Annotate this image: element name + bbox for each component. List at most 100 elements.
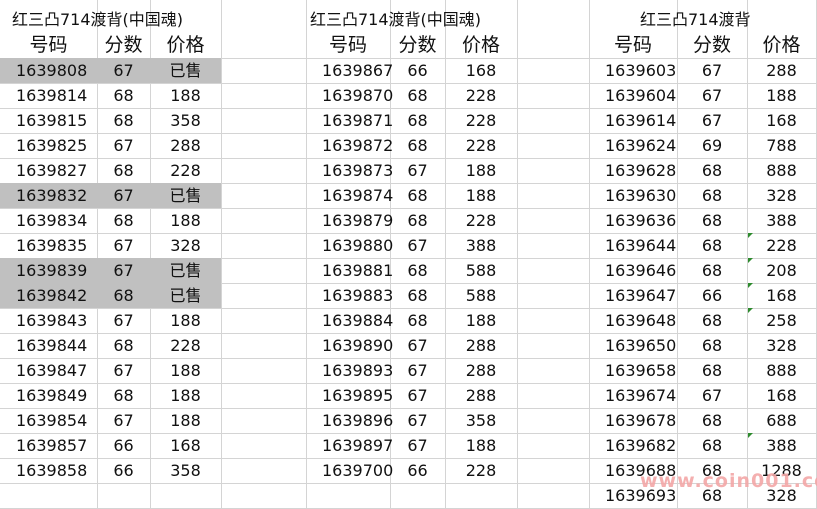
cell-price[interactable]: 588 [445, 283, 517, 308]
cell-score[interactable]: 67 [677, 83, 747, 108]
cell-score[interactable]: 68 [390, 258, 445, 283]
cell-price[interactable]: 888 [747, 158, 816, 183]
cell-number[interactable]: 1639827 [0, 158, 97, 183]
cell-price[interactable]: 328 [747, 333, 816, 358]
cell-score[interactable]: 66 [97, 433, 150, 458]
cell-score[interactable]: 68 [677, 233, 747, 258]
cell-price[interactable]: 已售 [150, 58, 221, 83]
cell-score[interactable]: 67 [97, 133, 150, 158]
cell-price[interactable]: 已售 [150, 183, 221, 208]
cell-score[interactable]: 68 [390, 208, 445, 233]
cell-price[interactable]: 188 [150, 308, 221, 333]
cell-score[interactable]: 67 [390, 333, 445, 358]
cell-number[interactable]: 1639849 [0, 383, 97, 408]
cell-price[interactable]: 228 [150, 333, 221, 358]
cell-score[interactable]: 68 [677, 483, 747, 508]
cell-price[interactable]: 358 [445, 408, 517, 433]
cell-score[interactable]: 68 [97, 108, 150, 133]
cell-score[interactable]: 68 [390, 283, 445, 308]
cell-price[interactable]: 228 [445, 133, 517, 158]
cell-score[interactable]: 68 [677, 183, 747, 208]
cell-number[interactable]: 1639884 [306, 308, 393, 333]
cell-score[interactable]: 68 [677, 458, 747, 483]
cell-number[interactable]: 1639844 [0, 333, 97, 358]
cell-number[interactable]: 1639890 [306, 333, 393, 358]
cell-number[interactable]: 1639867 [306, 58, 393, 83]
cell-price[interactable]: 288 [150, 133, 221, 158]
cell-score[interactable]: 68 [97, 283, 150, 308]
cell-number[interactable]: 1639835 [0, 233, 97, 258]
cell-score[interactable]: 68 [677, 158, 747, 183]
cell-score[interactable]: 68 [390, 183, 445, 208]
cell-price[interactable]: 358 [150, 108, 221, 133]
cell-price[interactable]: 288 [445, 358, 517, 383]
cell-score[interactable]: 68 [677, 333, 747, 358]
cell-price[interactable]: 228 [445, 208, 517, 233]
cell-number[interactable]: 1639646 [589, 258, 677, 283]
cell-number[interactable]: 1639873 [306, 158, 393, 183]
cell-price[interactable]: 1288 [747, 458, 816, 483]
cell-score[interactable]: 67 [97, 183, 150, 208]
cell-price[interactable]: 188 [445, 433, 517, 458]
cell-number[interactable]: 1639832 [0, 183, 97, 208]
cell-price[interactable]: 188 [747, 83, 816, 108]
cell-number[interactable]: 1639815 [0, 108, 97, 133]
cell-number[interactable]: 1639628 [589, 158, 677, 183]
cell-price[interactable]: 228 [747, 233, 816, 258]
cell-score[interactable]: 68 [677, 433, 747, 458]
cell-number[interactable]: 1639825 [0, 133, 97, 158]
cell-number[interactable]: 1639648 [589, 308, 677, 333]
cell-price[interactable]: 168 [747, 383, 816, 408]
cell-price[interactable]: 188 [150, 358, 221, 383]
cell-number[interactable]: 1639880 [306, 233, 393, 258]
cell-score[interactable]: 67 [97, 408, 150, 433]
cell-score[interactable]: 68 [677, 408, 747, 433]
cell-price[interactable]: 188 [150, 383, 221, 408]
cell-price[interactable]: 208 [747, 258, 816, 283]
cell-price[interactable]: 已售 [150, 258, 221, 283]
cell-number[interactable]: 1639650 [589, 333, 677, 358]
cell-number[interactable]: 1639688 [589, 458, 677, 483]
cell-price[interactable]: 388 [747, 433, 816, 458]
cell-score[interactable]: 67 [97, 308, 150, 333]
cell-number[interactable]: 1639843 [0, 308, 97, 333]
cell-number[interactable]: 1639647 [589, 283, 677, 308]
cell-number[interactable]: 1639700 [306, 458, 393, 483]
cell-score[interactable]: 68 [677, 258, 747, 283]
cell-number[interactable]: 1639839 [0, 258, 97, 283]
cell-price[interactable]: 228 [150, 158, 221, 183]
cell-number[interactable]: 1639604 [589, 83, 677, 108]
cell-score[interactable]: 68 [97, 383, 150, 408]
cell-price[interactable]: 188 [445, 308, 517, 333]
cell-score[interactable]: 68 [677, 308, 747, 333]
cell-score[interactable]: 67 [390, 158, 445, 183]
cell-price[interactable]: 188 [445, 158, 517, 183]
cell-number[interactable]: 1639630 [589, 183, 677, 208]
cell-number[interactable]: 1639870 [306, 83, 393, 108]
cell-price[interactable]: 168 [150, 433, 221, 458]
cell-number[interactable]: 1639874 [306, 183, 393, 208]
cell-score[interactable]: 68 [390, 108, 445, 133]
cell-number[interactable]: 1639624 [589, 133, 677, 158]
cell-price[interactable]: 188 [150, 83, 221, 108]
cell-number[interactable]: 1639842 [0, 283, 97, 308]
cell-price[interactable]: 188 [150, 208, 221, 233]
cell-score[interactable]: 67 [390, 233, 445, 258]
cell-price[interactable]: 328 [747, 183, 816, 208]
cell-price[interactable]: 788 [747, 133, 816, 158]
cell-score[interactable]: 69 [677, 133, 747, 158]
cell-price[interactable]: 228 [445, 83, 517, 108]
cell-score[interactable]: 67 [97, 258, 150, 283]
cell-price[interactable]: 已售 [150, 283, 221, 308]
cell-score[interactable]: 67 [390, 408, 445, 433]
cell-number[interactable]: 1639808 [0, 58, 97, 83]
cell-price[interactable]: 328 [747, 483, 816, 508]
cell-price[interactable]: 168 [445, 58, 517, 83]
cell-number[interactable]: 1639871 [306, 108, 393, 133]
cell-score[interactable]: 66 [97, 458, 150, 483]
cell-price[interactable]: 288 [445, 333, 517, 358]
cell-price[interactable]: 228 [445, 458, 517, 483]
cell-price[interactable]: 168 [747, 283, 816, 308]
cell-price[interactable]: 288 [445, 383, 517, 408]
cell-number[interactable]: 1639693 [589, 483, 677, 508]
